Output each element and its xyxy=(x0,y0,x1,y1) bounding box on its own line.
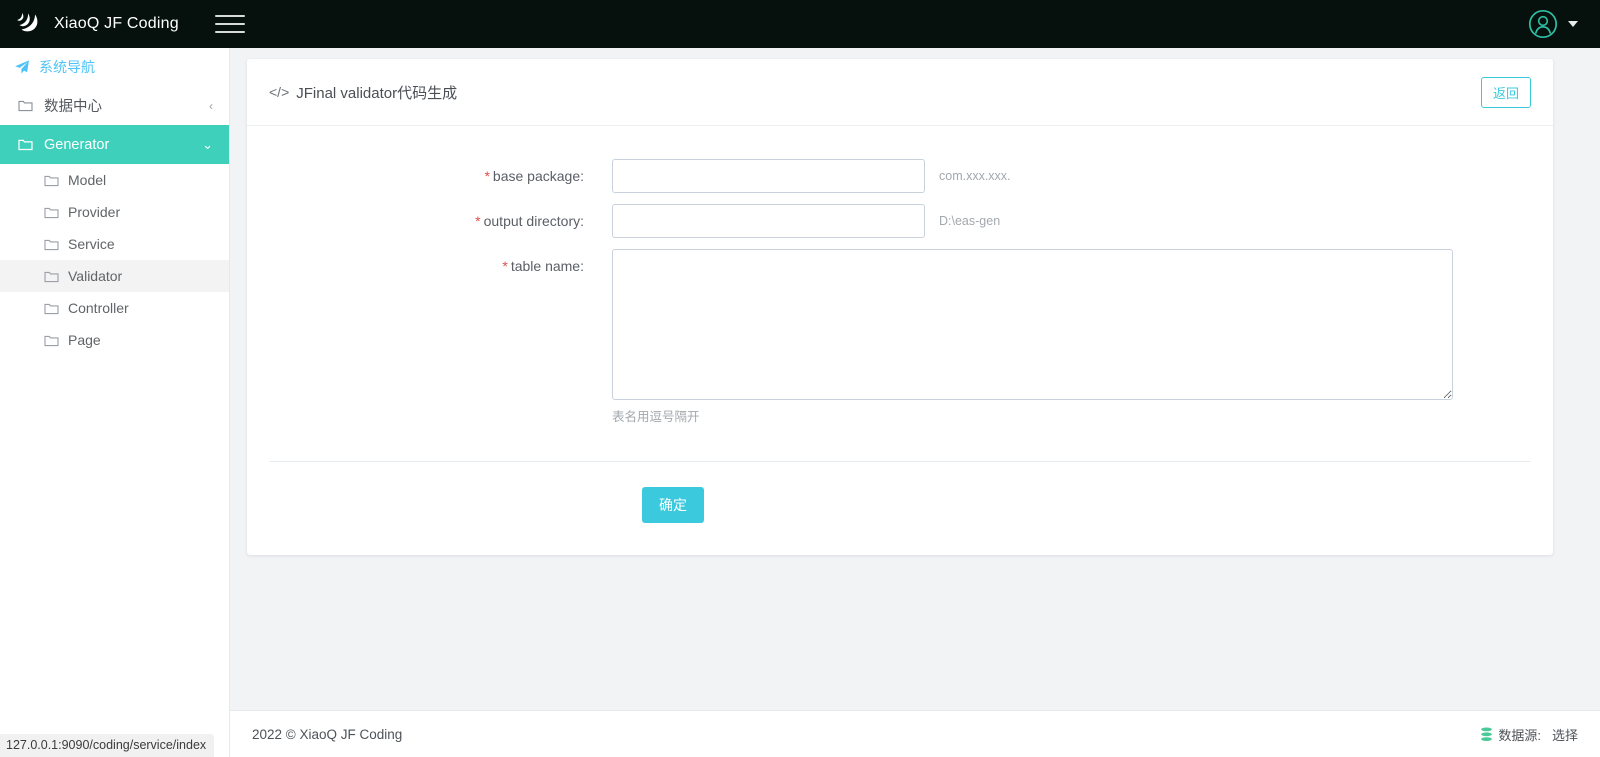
sidebar-subitem-page[interactable]: Page xyxy=(0,324,229,356)
sidebar: 系统导航 数据中心 ‹ Generator ⌄ Model Provider S… xyxy=(0,48,230,757)
output-directory-label: * output directory: xyxy=(247,204,612,238)
sidebar-subitem-validator[interactable]: Validator xyxy=(0,260,229,292)
datasource-select-link[interactable]: 选择 xyxy=(1552,725,1578,744)
datasource-label: 数据源: xyxy=(1498,727,1541,743)
sidebar-subitem-label: Provider xyxy=(68,204,121,220)
base-package-input[interactable] xyxy=(612,159,925,193)
topbar-right-group xyxy=(1528,9,1600,39)
sidebar-subitem-label: Service xyxy=(68,236,115,252)
folder-icon xyxy=(44,207,59,218)
sidebar-item-label: 数据中心 xyxy=(44,99,102,115)
folder-icon xyxy=(44,271,59,282)
hamburger-line xyxy=(214,31,245,33)
required-mark: * xyxy=(484,168,490,184)
nav-header: 系统导航 xyxy=(0,48,229,86)
back-button[interactable]: 返回 xyxy=(1480,76,1531,108)
submit-button[interactable]: 确定 xyxy=(642,487,704,523)
output-directory-label-text: output directory: xyxy=(483,213,584,229)
sidebar-subitem-label: Validator xyxy=(68,268,123,284)
chevron-left-icon[interactable]: ‹ xyxy=(209,100,213,112)
chevron-down-icon[interactable]: ⌄ xyxy=(202,138,213,151)
folder-icon xyxy=(18,100,33,112)
code-icon: </> xyxy=(269,84,290,100)
sidebar-item-label: Generator xyxy=(44,136,110,153)
card-header: </> JFinal validator代码生成 返回 xyxy=(247,59,1553,126)
hamburger-icon[interactable] xyxy=(214,9,245,39)
form-actions: 确定 xyxy=(247,462,1553,523)
output-directory-hint: D:\eas-gen xyxy=(939,214,1001,228)
required-mark: * xyxy=(475,213,481,229)
sidebar-subitem-label: Model xyxy=(68,172,107,188)
base-package-hint: com.xxx.xxx. xyxy=(939,169,1011,183)
folder-icon xyxy=(44,239,59,250)
sidebar-subitem-label: Page xyxy=(68,332,101,348)
hamburger-line xyxy=(214,23,245,25)
sidebar-subitem-provider[interactable]: Provider xyxy=(0,196,229,228)
table-name-field-group: 表名用逗号隔开 xyxy=(612,249,1453,425)
folder-icon xyxy=(44,175,59,186)
table-name-textarea[interactable] xyxy=(612,249,1453,400)
page-title: </> JFinal validator代码生成 xyxy=(269,82,457,103)
form-row-table-name: * table name: 表名用逗号隔开 xyxy=(247,249,1553,425)
datasource-group: 数据源: 选择 xyxy=(1480,725,1578,744)
copyright-text: 2022 © XiaoQ JF Coding xyxy=(252,726,403,742)
base-package-label-text: base package: xyxy=(492,168,584,184)
folder-icon xyxy=(44,303,59,314)
sidebar-subitem-service[interactable]: Service xyxy=(0,228,229,260)
main-content: </> JFinal validator代码生成 返回 * base packag… xyxy=(230,48,1600,757)
app-logo[interactable] xyxy=(0,0,54,48)
required-mark: * xyxy=(502,258,508,274)
form-row-output-directory: * output directory: D:\eas-gen xyxy=(247,204,1553,238)
folder-icon xyxy=(44,335,59,346)
user-avatar-icon[interactable] xyxy=(1528,9,1558,39)
send-icon xyxy=(15,60,29,74)
page-title-text: JFinal validator代码生成 xyxy=(296,84,458,102)
base-package-label: * base package: xyxy=(247,159,612,193)
top-bar: XiaoQ JF Coding xyxy=(0,0,1600,48)
folder-icon xyxy=(18,139,33,151)
sidebar-subitem-label: Controller xyxy=(68,300,129,316)
hamburger-line xyxy=(214,15,245,17)
form-row-base-package: * base package: com.xxx.xxx. xyxy=(247,159,1553,193)
sidebar-subitem-model[interactable]: Model xyxy=(0,164,229,196)
table-name-hint: 表名用逗号隔开 xyxy=(612,410,700,424)
table-name-label-text: table name: xyxy=(510,258,584,274)
nav-header-label: 系统导航 xyxy=(39,59,95,75)
status-bar-url: 127.0.0.1:9090/coding/service/index xyxy=(0,734,215,757)
chevron-down-icon[interactable] xyxy=(1568,21,1578,27)
brand-title: XiaoQ JF Coding xyxy=(54,15,179,32)
sidebar-subitem-controller[interactable]: Controller xyxy=(0,292,229,324)
sidebar-item-generator[interactable]: Generator ⌄ xyxy=(0,125,229,164)
table-name-label: * table name: xyxy=(247,249,612,283)
sidebar-item-data-center[interactable]: 数据中心 ‹ xyxy=(0,86,229,125)
crescent-logo-icon xyxy=(17,13,38,32)
generator-card: </> JFinal validator代码生成 返回 * base packag… xyxy=(247,59,1553,555)
generator-form: * base package: com.xxx.xxx. * output dire… xyxy=(247,126,1553,523)
output-directory-input[interactable] xyxy=(612,204,925,238)
database-icon xyxy=(1481,727,1493,741)
footer: 2022 © XiaoQ JF Coding 数据源: 选择 xyxy=(230,710,1600,757)
